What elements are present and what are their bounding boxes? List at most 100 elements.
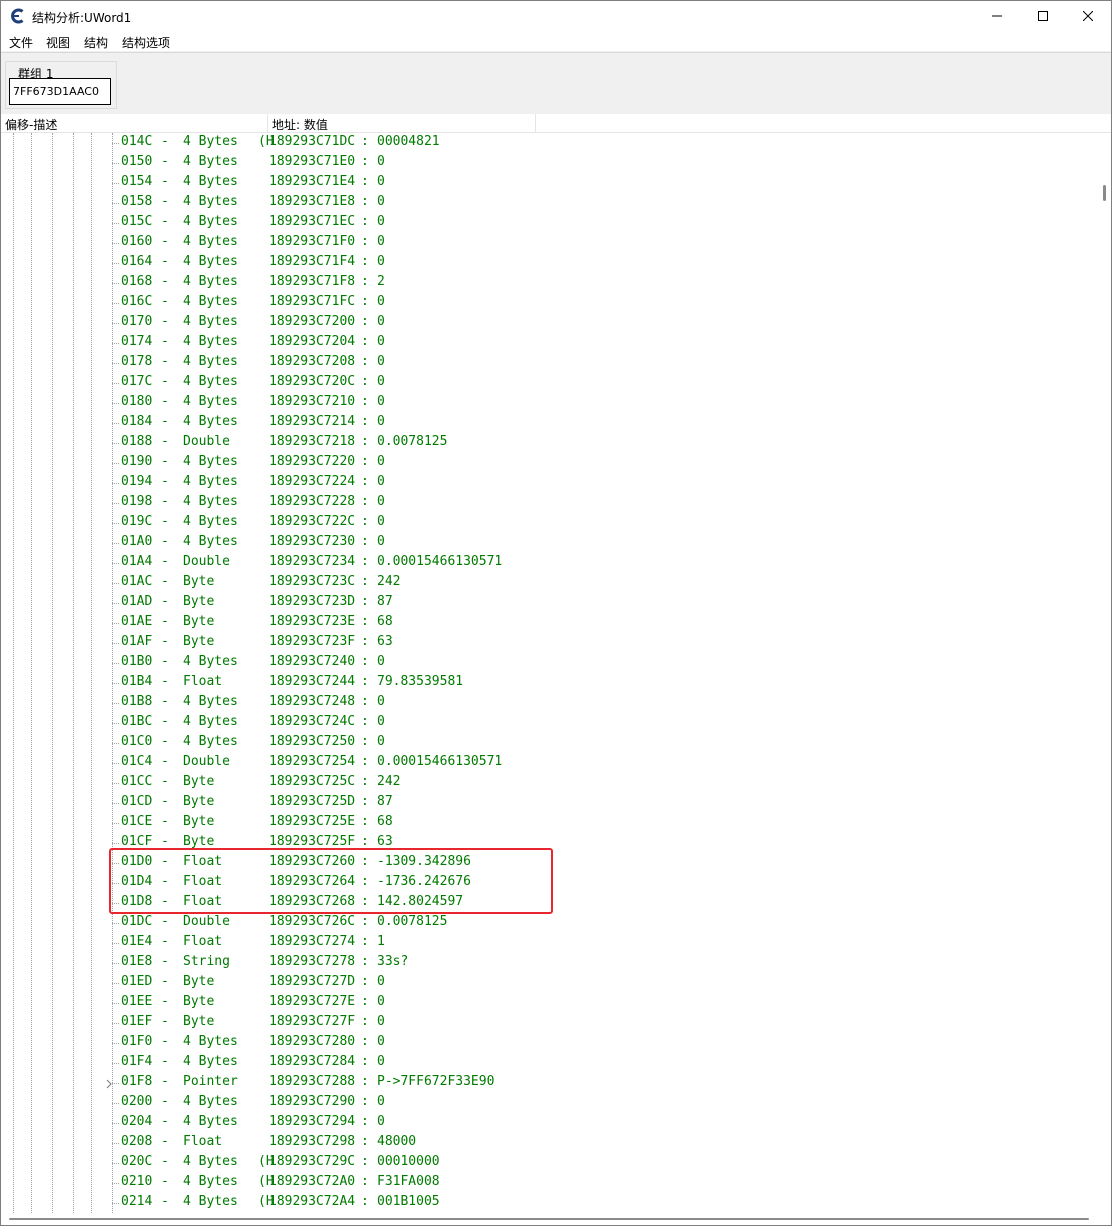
row-offset: 01AC (121, 574, 153, 589)
row-address: 189293C7230 (269, 534, 356, 549)
menu-structure[interactable]: 结构 (84, 34, 108, 51)
header-offset-description[interactable]: 偏移-描述 (5, 116, 57, 133)
tree-row[interactable]: 0184 4 Bytes 189293C7214 0 -: (1, 413, 1099, 433)
tree-connector (112, 343, 119, 344)
tree-row[interactable]: 01F0 4 Bytes 189293C7280 0 -: (1, 1033, 1099, 1053)
tree-row[interactable]: 01F4 4 Bytes 189293C7284 0 -: (1, 1053, 1099, 1073)
tree-row[interactable]: 01EF Byte 189293C727F 0 -: (1, 1013, 1099, 1033)
tree-row[interactable]: 016C 4 Bytes 189293C71FC 0 -: (1, 293, 1099, 313)
tree-row[interactable]: 0174 4 Bytes 189293C7204 0 -: (1, 333, 1099, 353)
row-separator: - (161, 914, 169, 929)
vertical-scroll-thumb[interactable] (1103, 185, 1106, 201)
row-value: 0 (377, 694, 385, 709)
close-button[interactable] (1065, 1, 1111, 31)
tree-row[interactable]: 0188 Double 189293C7218 0.0078125 -: (1, 433, 1099, 453)
structure-tree[interactable]: 014C 4 Bytes (H 189293C71DC 00004821-:0150 4 … (1, 133, 1099, 1213)
tree-row[interactable]: 0150 4 Bytes 189293C71E0 0 -: (1, 153, 1099, 173)
row-separator: - (161, 174, 169, 189)
row-offset: 01DC (121, 914, 153, 929)
tree-row[interactable]: 0204 4 Bytes 189293C7294 0 -: (1, 1113, 1099, 1133)
tree-connector (112, 923, 119, 924)
menu-file[interactable]: 文件 (9, 34, 33, 51)
tree-row[interactable]: 0178 4 Bytes 189293C7208 0 -: (1, 353, 1099, 373)
tree-row[interactable]: 0164 4 Bytes 189293C71F4 0 -: (1, 253, 1099, 273)
tree-row[interactable]: 014C 4 Bytes (H 189293C71DC 00004821-: (1, 133, 1099, 153)
row-separator: - (161, 394, 169, 409)
tree-row[interactable]: 01B0 4 Bytes 189293C7240 0 -: (1, 653, 1099, 673)
tree-row[interactable]: 01AD Byte 189293C723D 87 -: (1, 593, 1099, 613)
header-separator[interactable] (267, 114, 268, 133)
row-type: 4 Bytes (183, 734, 238, 749)
header-address-value[interactable]: 地址: 数值 (272, 116, 328, 133)
tree-row[interactable]: 0200 4 Bytes 189293C7290 0 -: (1, 1093, 1099, 1113)
row-type: Byte (183, 794, 215, 809)
row-separator: - (161, 974, 169, 989)
tree-row[interactable]: 0214 4 Bytes (H 189293C72A4 001B1005-: (1, 1193, 1099, 1213)
tree-connector (112, 663, 119, 664)
row-value: 0 (377, 214, 385, 229)
tree-row[interactable]: 0158 4 Bytes 189293C71E8 0 -: (1, 193, 1099, 213)
tree-row[interactable]: 0160 4 Bytes 189293C71F0 0 -: (1, 233, 1099, 253)
minimize-button[interactable] (974, 1, 1020, 31)
tree-connector (112, 543, 119, 544)
menu-structure-options[interactable]: 结构选项 (122, 34, 170, 51)
row-value: 0 (377, 974, 385, 989)
row-address: 189293C724C (269, 714, 356, 729)
row-value: 68 (377, 614, 393, 629)
tree-row[interactable]: 01AC Byte 189293C723C 242 -: (1, 573, 1099, 593)
tree-row[interactable]: 01AE Byte 189293C723E 68 -: (1, 613, 1099, 633)
vertical-scrollbar[interactable] (1099, 133, 1111, 1213)
row-type: Byte (183, 834, 215, 849)
tree-connector (112, 383, 119, 384)
row-value: 0 (377, 334, 385, 349)
tree-row[interactable]: 0168 4 Bytes 189293C71F8 2 -: (1, 273, 1099, 293)
tree-row[interactable]: 01B4 Float 189293C7244 79.83539581 -: (1, 673, 1099, 693)
tree-row[interactable]: 017C 4 Bytes 189293C720C 0 -: (1, 373, 1099, 393)
tree-row[interactable]: 020C 4 Bytes (H 189293C729C 00010000-: (1, 1153, 1099, 1173)
tree-row[interactable]: 0210 4 Bytes (H 189293C72A0 F31FA008-: (1, 1173, 1099, 1193)
tree-row[interactable]: 0198 4 Bytes 189293C7228 0 -: (1, 493, 1099, 513)
row-offset: 0210 (121, 1174, 153, 1189)
title-bar[interactable]: 结构分析:UWord1 (1, 1, 1111, 31)
horizontal-scrollbar[interactable] (1, 1213, 1111, 1225)
menu-view[interactable]: 视图 (46, 34, 70, 51)
group-address-field[interactable]: 7FF673D1AAC0 (9, 78, 111, 105)
tree-row[interactable]: 015C 4 Bytes 189293C71EC 0 -: (1, 213, 1099, 233)
tree-row[interactable]: 01E4 Float 189293C7274 1 -: (1, 933, 1099, 953)
row-separator: : (361, 154, 369, 169)
chevron-right-icon[interactable] (105, 1078, 113, 1089)
row-separator: : (361, 414, 369, 429)
tree-row[interactable]: 01F8 Pointer 189293C7288 P->7FF672F33E90 -: (1, 1073, 1099, 1093)
row-separator: : (361, 934, 369, 949)
tree-row[interactable]: 0180 4 Bytes 189293C7210 0 -: (1, 393, 1099, 413)
tree-row[interactable]: 01A4 Double 189293C7234 0.00015466130571 -: (1, 553, 1099, 573)
tree-connector (112, 943, 119, 944)
tree-row[interactable]: 01C0 4 Bytes 189293C7250 0 -: (1, 733, 1099, 753)
header-separator[interactable] (535, 114, 536, 133)
tree-row[interactable]: 0154 4 Bytes 189293C71E4 0 -: (1, 173, 1099, 193)
tree-row[interactable]: 0170 4 Bytes 189293C7200 0 -: (1, 313, 1099, 333)
row-separator: - (161, 954, 169, 969)
tree-row[interactable]: 01A0 4 Bytes 189293C7230 0 -: (1, 533, 1099, 553)
tree-row[interactable]: 01EE Byte 189293C727E 0 -: (1, 993, 1099, 1013)
tree-row[interactable]: 01C4 Double 189293C7254 0.00015466130571 -: (1, 753, 1099, 773)
tree-row[interactable]: 01CC Byte 189293C725C 242 -: (1, 773, 1099, 793)
tree-row[interactable]: 01DC Double 189293C726C 0.0078125 -: (1, 913, 1099, 933)
tree-row[interactable]: 01E8 String 189293C7278 33s? -: (1, 953, 1099, 973)
horizontal-scroll-thumb[interactable] (9, 1218, 1089, 1220)
tree-row[interactable]: 01B8 4 Bytes 189293C7248 0 -: (1, 693, 1099, 713)
tree-row[interactable]: 0208 Float 189293C7298 48000 -: (1, 1133, 1099, 1153)
row-offset: 01CE (121, 814, 153, 829)
tree-row[interactable]: 01AF Byte 189293C723F 63 -: (1, 633, 1099, 653)
tree-row[interactable]: 019C 4 Bytes 189293C722C 0 -: (1, 513, 1099, 533)
tree-row[interactable]: 01BC 4 Bytes 189293C724C 0 -: (1, 713, 1099, 733)
tree-row[interactable]: 01ED Byte 189293C727D 0 -: (1, 973, 1099, 993)
maximize-button[interactable] (1020, 1, 1066, 31)
row-type: 4 Bytes (183, 1194, 238, 1209)
tree-row[interactable]: 01CD Byte 189293C725D 87 -: (1, 793, 1099, 813)
tree-row[interactable]: 01CE Byte 189293C725E 68 -: (1, 813, 1099, 833)
row-value: 33s? (377, 954, 409, 969)
tree-row[interactable]: 0190 4 Bytes 189293C7220 0 -: (1, 453, 1099, 473)
tree-row[interactable]: 0194 4 Bytes 189293C7224 0 -: (1, 473, 1099, 493)
row-type: 4 Bytes (183, 534, 238, 549)
